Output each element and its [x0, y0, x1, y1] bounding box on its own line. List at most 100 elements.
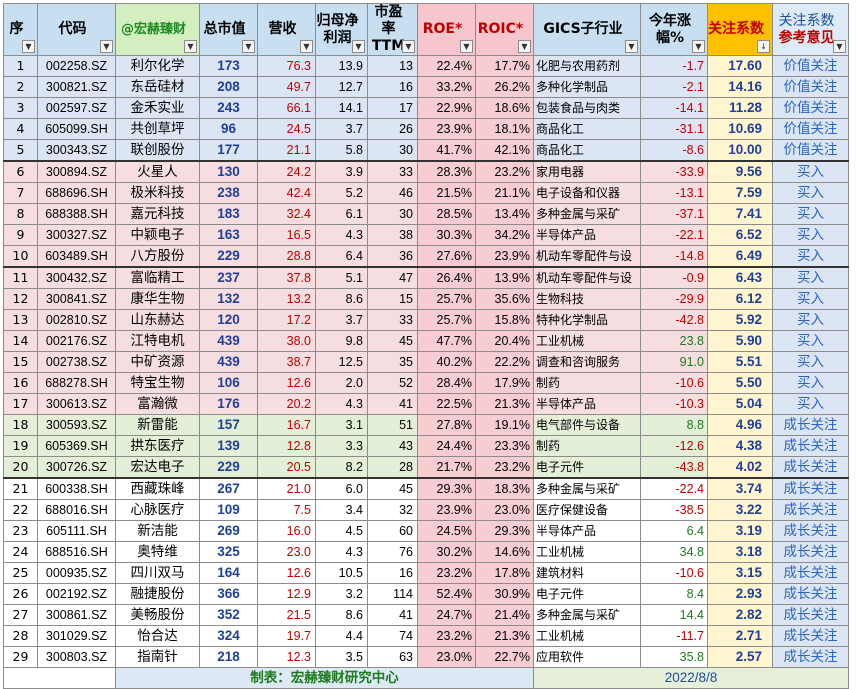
ytd-change-cell[interactable]: 14.4 [640, 604, 708, 626]
stock-code-cell[interactable]: 603489.SH [37, 245, 116, 268]
row-index-cell[interactable]: 25 [3, 562, 38, 584]
stock-name-cell[interactable]: 富瀚微 [115, 393, 200, 415]
industry-cell[interactable]: 制药 [533, 372, 641, 394]
roic-cell[interactable]: 21.3% [475, 625, 534, 647]
roic-cell[interactable]: 13.4% [475, 203, 534, 225]
focus-score-cell[interactable]: 3.18 [707, 541, 773, 563]
industry-cell[interactable]: 工业机械 [533, 625, 641, 647]
market-cap-cell[interactable]: 139 [199, 435, 258, 457]
stock-code-cell[interactable]: 688516.SH [37, 541, 116, 563]
ytd-change-cell[interactable]: 35.8 [640, 646, 708, 668]
market-cap-cell[interactable]: 269 [199, 520, 258, 542]
net-profit-cell[interactable]: 12.7 [315, 76, 368, 98]
follow-advice-cell[interactable]: 成长关注 [772, 477, 849, 500]
stock-code-cell[interactable]: 300861.SZ [37, 604, 116, 626]
industry-cell[interactable]: 半导体产品 [533, 520, 641, 542]
roe-cell[interactable]: 25.7% [417, 309, 476, 331]
revenue-cell[interactable]: 37.8 [257, 266, 316, 289]
net-profit-cell[interactable]: 3.2 [315, 583, 368, 605]
stock-code-cell[interactable]: 300432.SZ [37, 266, 116, 289]
roe-cell[interactable]: 30.3% [417, 224, 476, 246]
market-cap-cell[interactable]: 132 [199, 288, 258, 310]
follow-advice-cell[interactable]: 成长关注 [772, 625, 849, 647]
revenue-cell[interactable]: 16.5 [257, 224, 316, 246]
revenue-cell[interactable]: 24.5 [257, 118, 316, 140]
roe-cell[interactable]: 21.5% [417, 182, 476, 204]
stock-name-cell[interactable]: 融捷股份 [115, 583, 200, 605]
pe-ttm-cell[interactable]: 28 [367, 456, 418, 479]
revenue-cell[interactable]: 49.7 [257, 76, 316, 98]
focus-score-cell[interactable]: 3.19 [707, 520, 773, 542]
market-cap-cell[interactable]: 243 [199, 97, 258, 119]
row-index-cell[interactable]: 18 [3, 414, 38, 436]
net-profit-cell[interactable]: 3.7 [315, 118, 368, 140]
industry-cell[interactable]: 机动车零配件与设 [533, 245, 641, 268]
revenue-cell[interactable]: 12.6 [257, 562, 316, 584]
industry-cell[interactable]: 多种金属与采矿 [533, 604, 641, 626]
header-follow-advice[interactable]: 关注系数 参考意见 ▼ [772, 3, 849, 56]
header-net-profit[interactable]: 归母净利润 ▼ [315, 3, 368, 56]
header-market-cap[interactable]: 总市值 ▼ [199, 3, 258, 56]
row-index-cell[interactable]: 9 [3, 224, 38, 246]
ytd-change-cell[interactable]: 6.4 [640, 520, 708, 542]
pe-ttm-cell[interactable]: 41 [367, 604, 418, 626]
roic-cell[interactable]: 21.3% [475, 393, 534, 415]
focus-score-cell[interactable]: 5.90 [707, 330, 773, 352]
stock-name-cell[interactable]: 西藏珠峰 [115, 477, 200, 500]
stock-name-cell[interactable]: 东岳硅材 [115, 76, 200, 98]
pe-ttm-cell[interactable]: 15 [367, 288, 418, 310]
follow-advice-cell[interactable]: 价值关注 [772, 97, 849, 119]
row-index-cell[interactable]: 4 [3, 118, 38, 140]
pe-ttm-cell[interactable]: 26 [367, 118, 418, 140]
pe-ttm-cell[interactable]: 45 [367, 477, 418, 500]
revenue-cell[interactable]: 42.4 [257, 182, 316, 204]
ytd-change-cell[interactable]: 8.4 [640, 583, 708, 605]
filter-dropdown-icon[interactable]: ▼ [184, 40, 197, 53]
ytd-change-cell[interactable]: -31.1 [640, 118, 708, 140]
row-index-cell[interactable]: 15 [3, 351, 38, 373]
industry-cell[interactable]: 应用软件 [533, 646, 641, 668]
table-row[interactable]: 4 605099.SH 共创草坪 96 24.5 3.7 26 23.9% 18.1% 商品化工 -… [3, 118, 849, 140]
net-profit-cell[interactable]: 3.1 [315, 414, 368, 436]
net-profit-cell[interactable]: 3.7 [315, 309, 368, 331]
table-row[interactable]: 7 688696.SH 极米科技 238 42.4 5.2 46 21.5% 21.1% 电子设备… [3, 182, 849, 204]
focus-score-cell[interactable]: 11.28 [707, 97, 773, 119]
net-profit-cell[interactable]: 4.3 [315, 393, 368, 415]
stock-name-cell[interactable]: 特宝生物 [115, 372, 200, 394]
pe-ttm-cell[interactable]: 35 [367, 351, 418, 373]
stock-name-cell[interactable]: 嘉元科技 [115, 203, 200, 225]
roe-cell[interactable]: 30.2% [417, 541, 476, 563]
follow-advice-cell[interactable]: 买入 [772, 266, 849, 289]
pe-ttm-cell[interactable]: 63 [367, 646, 418, 668]
net-profit-cell[interactable]: 4.3 [315, 541, 368, 563]
industry-cell[interactable]: 建筑材料 [533, 562, 641, 584]
focus-score-cell[interactable]: 10.69 [707, 118, 773, 140]
revenue-cell[interactable]: 23.0 [257, 541, 316, 563]
header-pe-ttm[interactable]: 市盈率TTM ▼ [367, 3, 418, 56]
roe-cell[interactable]: 22.9% [417, 97, 476, 119]
stock-code-cell[interactable]: 605099.SH [37, 118, 116, 140]
ytd-change-cell[interactable]: 91.0 [640, 351, 708, 373]
ytd-change-cell[interactable]: -22.1 [640, 224, 708, 246]
industry-cell[interactable]: 电气部件与设备 [533, 414, 641, 436]
stock-code-cell[interactable]: 002810.SZ [37, 309, 116, 331]
filter-dropdown-icon[interactable]: ▼ [22, 40, 35, 53]
revenue-cell[interactable]: 38.7 [257, 351, 316, 373]
focus-score-cell[interactable]: 4.02 [707, 456, 773, 479]
industry-cell[interactable]: 工业机械 [533, 330, 641, 352]
roic-cell[interactable]: 22.7% [475, 646, 534, 668]
pe-ttm-cell[interactable]: 52 [367, 372, 418, 394]
stock-name-cell[interactable]: 四川双马 [115, 562, 200, 584]
table-row[interactable]: 21 600338.SH 西藏珠峰 267 21.0 6.0 45 29.3% 18.3% 多种金… [3, 477, 849, 500]
ytd-change-cell[interactable]: 8.8 [640, 414, 708, 436]
stock-name-cell[interactable]: 心脉医疗 [115, 499, 200, 521]
row-index-cell[interactable]: 8 [3, 203, 38, 225]
ytd-change-cell[interactable]: -8.6 [640, 139, 708, 162]
roic-cell[interactable]: 15.8% [475, 309, 534, 331]
stock-code-cell[interactable]: 002738.SZ [37, 351, 116, 373]
roe-cell[interactable]: 21.7% [417, 456, 476, 479]
industry-cell[interactable]: 医疗保健设备 [533, 499, 641, 521]
stock-code-cell[interactable]: 000935.SZ [37, 562, 116, 584]
stock-name-cell[interactable]: 八方股份 [115, 245, 200, 268]
net-profit-cell[interactable]: 12.5 [315, 351, 368, 373]
